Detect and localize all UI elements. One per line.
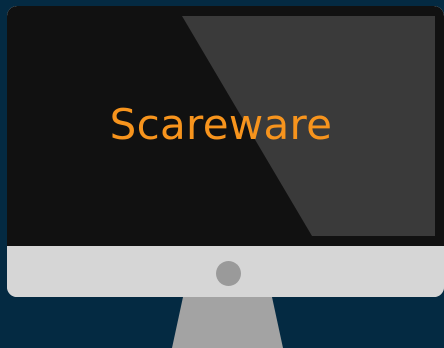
power-button-icon bbox=[216, 261, 241, 286]
monitor bbox=[7, 6, 444, 297]
illustration-scene: Scareware bbox=[0, 0, 444, 348]
screen-title: Scareware bbox=[109, 100, 333, 149]
